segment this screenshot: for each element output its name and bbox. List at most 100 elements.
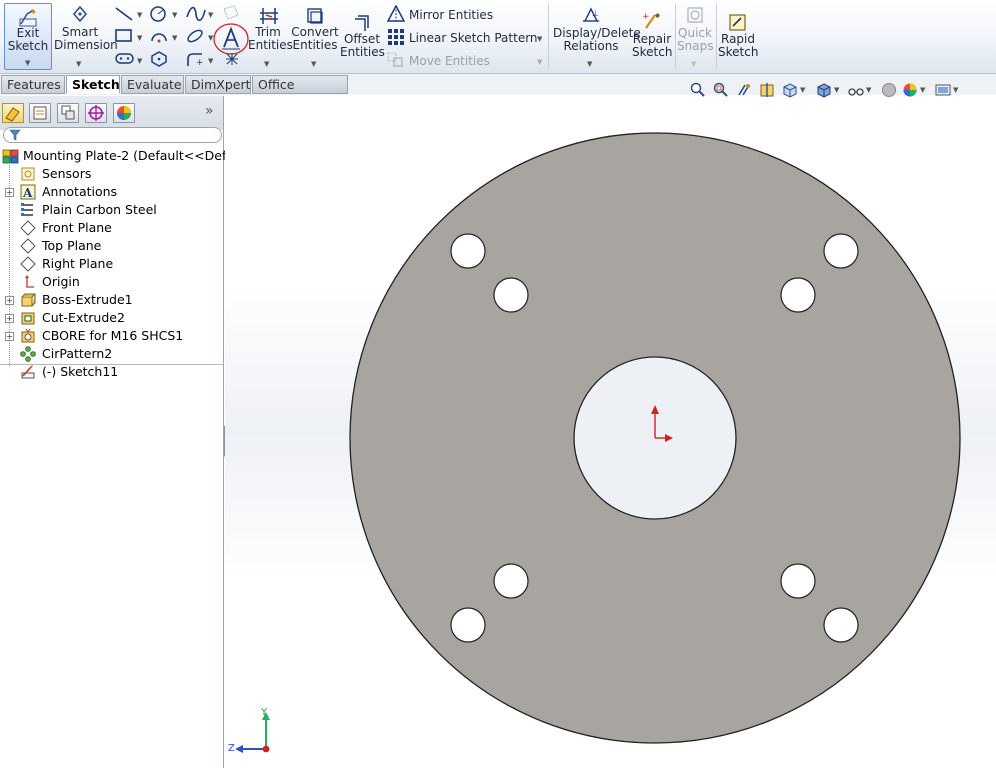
expand-toggle-icon[interactable]: +	[5, 188, 14, 197]
section-view-icon[interactable]	[759, 82, 775, 98]
offset-entities-button[interactable]: Offset Entities	[340, 3, 385, 69]
zoom-to-fit-icon[interactable]	[690, 82, 706, 98]
plane-sketch-icon[interactable]	[222, 5, 240, 21]
previous-view-icon[interactable]	[736, 82, 752, 98]
convert-dropdown-icon[interactable]: ▼	[311, 58, 316, 71]
spline-icon[interactable]	[185, 5, 207, 23]
counterbore-hole[interactable]	[450, 233, 486, 269]
tree-root-item[interactable]: Mounting Plate-2 (Default<<Default>	[0, 147, 261, 165]
tab-evaluate[interactable]: Evaluate	[121, 75, 184, 94]
display-delete-relations-button[interactable]: ⊥ Display/Delete Relations ▼	[553, 3, 641, 71]
counterbore-hole[interactable]	[823, 607, 859, 643]
view-settings-dropdown-icon[interactable]: ▼	[953, 86, 958, 94]
model-view[interactable]	[225, 96, 996, 768]
circle-icon[interactable]	[149, 5, 169, 23]
counterbore-hole[interactable]	[493, 277, 529, 313]
configuration-manager-tab[interactable]	[57, 103, 79, 123]
mirror-entities-button[interactable]: Mirror Entities	[409, 8, 493, 22]
exit-sketch-button[interactable]: Exit Sketch ▼	[4, 3, 52, 70]
tree-item-cut-extrude[interactable]: + Cut-Extrude2	[0, 309, 224, 327]
counterbore-hole[interactable]	[493, 563, 529, 599]
counterbore-hole[interactable]	[780, 563, 816, 599]
tree-item-label: Sensors	[42, 166, 92, 181]
expand-toggle-icon[interactable]: +	[5, 314, 14, 323]
expand-panel-chevron-icon[interactable]: »	[205, 103, 214, 119]
tree-item-boss-extrude[interactable]: + Boss-Extrude1	[0, 291, 224, 309]
tree-item-material[interactable]: Plain Carbon Steel	[0, 201, 224, 219]
tree-item-sketch11[interactable]: (-) Sketch11	[0, 363, 224, 381]
tab-sketch[interactable]: Sketch	[66, 75, 120, 94]
line-icon[interactable]	[114, 6, 134, 22]
exit-sketch-dropdown-icon[interactable]: ▼	[25, 59, 30, 67]
smart-dimension-dropdown-icon[interactable]: ▼	[76, 58, 81, 71]
slot-icon[interactable]	[114, 52, 136, 66]
smart-dimension-button[interactable]: Smart Dimension ▼	[54, 3, 118, 71]
linear-sketch-pattern-button[interactable]: Linear Sketch Pattern	[409, 31, 538, 45]
edit-appearance-icon[interactable]	[881, 82, 897, 98]
tree-item-front-plane[interactable]: Front Plane	[0, 219, 224, 237]
trim-entities-button[interactable]: Trim Entities ▼	[248, 3, 293, 71]
circle-dropdown-icon[interactable]: ▼	[172, 11, 177, 19]
tree-item-sensors[interactable]: Sensors	[0, 165, 224, 183]
polygon-icon[interactable]	[150, 51, 168, 67]
trim-dropdown-icon[interactable]: ▼	[264, 58, 269, 71]
tree-item-label: CBORE for M16 SHCS1	[42, 328, 184, 343]
fillet-dropdown-icon[interactable]: ▼	[208, 57, 213, 65]
graphics-area[interactable]: Y Z ▼ ▼ ▼ ▼ ▼	[225, 82, 996, 768]
display-relations-dropdown-icon[interactable]: ▼	[587, 58, 592, 71]
tree-item-annotations[interactable]: + A Annotations	[0, 183, 224, 201]
counterbore-hole[interactable]	[450, 607, 486, 643]
expand-toggle-icon[interactable]: +	[5, 296, 14, 305]
linear-sketch-pattern-icon[interactable]	[387, 28, 405, 46]
spline-dropdown-icon[interactable]: ▼	[208, 11, 213, 19]
pattern-dropdown-icon[interactable]: ▼	[537, 35, 542, 43]
tree-item-right-plane[interactable]: Right Plane	[0, 255, 224, 273]
display-style-dropdown-icon[interactable]: ▼	[834, 86, 839, 94]
arc-dropdown-icon[interactable]: ▼	[172, 34, 177, 42]
tab-features[interactable]: Features	[1, 75, 65, 94]
feature-manager-tab[interactable]	[2, 103, 24, 123]
ribbon-separator	[716, 4, 717, 68]
tree-filter-input[interactable]	[3, 127, 222, 143]
property-manager-tab[interactable]	[29, 103, 51, 123]
mirror-entities-icon[interactable]	[387, 5, 405, 23]
hide-show-dropdown-icon[interactable]: ▼	[866, 86, 871, 94]
tree-item-origin[interactable]: Origin	[0, 273, 224, 291]
arc-icon[interactable]	[149, 28, 169, 44]
rectangle-dropdown-icon[interactable]: ▼	[137, 34, 142, 42]
tree-item-cbore[interactable]: + CBORE for M16 SHCS1	[0, 327, 224, 345]
quick-snaps-button[interactable]: Quick Snaps ▼	[677, 3, 713, 69]
slot-dropdown-icon[interactable]: ▼	[137, 57, 142, 65]
rapid-sketch-button[interactable]: Rapid Sketch	[718, 3, 758, 69]
hide-show-items-icon[interactable]	[848, 82, 864, 98]
fillet-icon[interactable]: +	[185, 51, 205, 67]
point-icon[interactable]	[224, 52, 240, 66]
repair-sketch-button[interactable]: + Repair Sketch	[632, 3, 672, 69]
zoom-to-area-icon[interactable]	[713, 82, 729, 98]
apply-scene-dropdown-icon[interactable]: ▼	[920, 86, 925, 94]
convert-entities-button[interactable]: Convert Entities ▼	[291, 3, 339, 69]
move-entities-icon[interactable]	[387, 52, 405, 68]
expand-toggle-icon[interactable]: +	[5, 332, 14, 341]
tab-office-products[interactable]: Office Products	[252, 75, 348, 110]
tree-item-cirpattern[interactable]: CirPattern2	[0, 345, 224, 363]
apply-scene-icon[interactable]	[902, 82, 918, 98]
view-orientation-icon[interactable]	[782, 82, 798, 98]
exit-sketch-label-2: Sketch	[7, 39, 49, 53]
line-dropdown-icon[interactable]: ▼	[137, 11, 142, 19]
move-entities-button[interactable]: Move Entities	[409, 54, 490, 68]
counterbore-hole[interactable]	[780, 277, 816, 313]
dimxpert-manager-tab[interactable]	[85, 103, 107, 123]
tree-item-top-plane[interactable]: Top Plane	[0, 237, 224, 255]
svg-text:⊥: ⊥	[592, 9, 599, 18]
display-style-icon[interactable]	[816, 82, 832, 98]
counterbore-hole[interactable]	[823, 233, 859, 269]
quick-snaps-dropdown-icon[interactable]: ▼	[691, 58, 696, 71]
view-settings-icon[interactable]	[935, 82, 951, 98]
display-manager-tab[interactable]	[113, 103, 135, 123]
move-dropdown-icon[interactable]: ▼	[537, 58, 542, 66]
ellipse-icon[interactable]	[185, 28, 205, 44]
rectangle-icon[interactable]	[114, 28, 134, 44]
tab-dimxpert[interactable]: DimXpert	[185, 75, 251, 94]
view-orientation-dropdown-icon[interactable]: ▼	[800, 86, 805, 94]
